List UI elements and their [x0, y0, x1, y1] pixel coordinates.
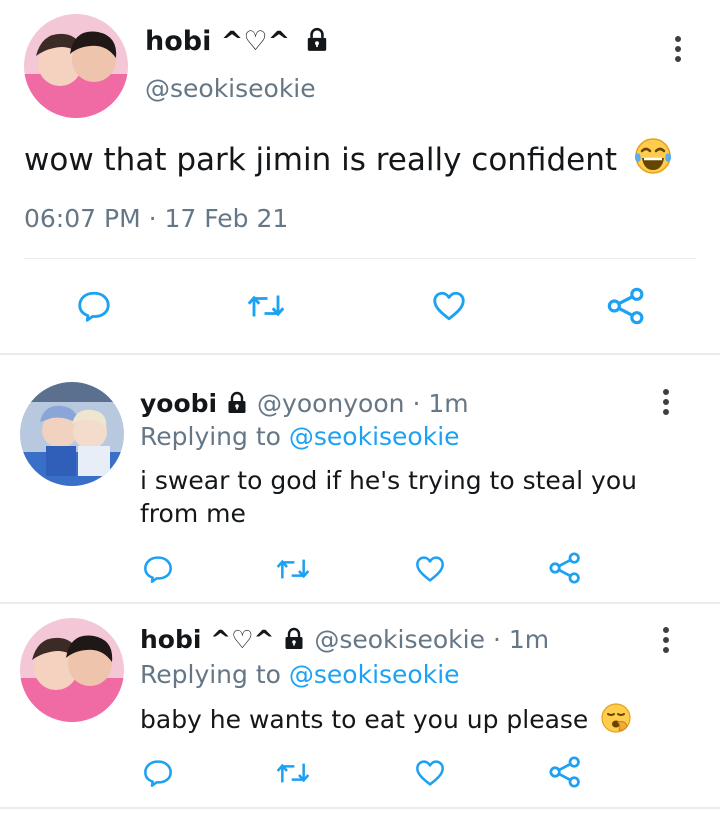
heart-icon	[416, 556, 444, 582]
share-button[interactable]	[548, 755, 582, 789]
retweet-button[interactable]	[275, 553, 311, 585]
handle[interactable]: @yoonyoon	[257, 389, 404, 418]
like-button[interactable]	[414, 757, 446, 789]
retweet-button[interactable]	[275, 757, 311, 789]
lock-icon	[304, 27, 330, 60]
avatar[interactable]	[24, 14, 128, 118]
reply-button[interactable]	[142, 553, 174, 585]
like-button[interactable]	[430, 288, 468, 324]
retweet-button[interactable]	[246, 288, 286, 324]
lock-icon	[282, 627, 306, 657]
reply-icon	[144, 760, 172, 787]
share-icon	[549, 756, 580, 788]
section-divider	[0, 807, 720, 809]
reply-icon	[78, 291, 110, 322]
yawning-face-icon	[600, 702, 632, 740]
display-name[interactable]: hobi ^♡^	[145, 26, 290, 57]
reply-button[interactable]	[76, 288, 112, 324]
lock-icon	[225, 391, 249, 421]
share-icon	[549, 552, 580, 584]
reply-icon	[144, 556, 172, 583]
replying-to-link[interactable]: @seokiseokie	[289, 660, 460, 689]
avatar[interactable]	[20, 382, 124, 486]
reply-text: baby he wants to eat you up please	[140, 705, 589, 734]
heart-icon	[433, 291, 465, 321]
more-options-icon[interactable]	[662, 389, 670, 415]
replying-label: Replying to	[140, 660, 281, 689]
time: · 1m	[412, 389, 469, 418]
section-divider	[0, 602, 720, 604]
face-with-tears-of-joy-icon	[633, 136, 673, 184]
share-button[interactable]	[548, 551, 582, 585]
time: · 1m	[492, 625, 550, 654]
handle[interactable]: @seokiseokie	[145, 74, 316, 103]
retweet-icon	[276, 763, 310, 783]
like-button[interactable]	[414, 553, 446, 585]
replying-to-link[interactable]: @seokiseokie	[289, 422, 460, 451]
timestamp: 06:07 PM · 17 Feb 21	[24, 204, 289, 233]
heart-icon	[416, 760, 444, 786]
handle[interactable]: @seokiseokie	[314, 625, 485, 654]
avatar[interactable]	[20, 618, 124, 722]
replying-label: Replying to	[140, 422, 281, 451]
tweet-text: wow that park jimin is really confident	[24, 142, 618, 178]
divider	[24, 258, 696, 259]
display-name[interactable]: hobi ^♡^	[140, 625, 274, 654]
section-divider	[0, 353, 720, 355]
share-button[interactable]	[606, 286, 646, 326]
retweet-icon	[276, 559, 310, 579]
more-options-icon[interactable]	[662, 627, 670, 653]
display-name[interactable]: yoobi	[140, 389, 217, 418]
share-icon	[607, 287, 644, 325]
reply-button[interactable]	[142, 757, 174, 789]
more-options-icon[interactable]	[674, 36, 682, 62]
reply-text: i swear to god if he's trying to steal y…	[140, 466, 637, 528]
retweet-icon	[247, 295, 285, 317]
